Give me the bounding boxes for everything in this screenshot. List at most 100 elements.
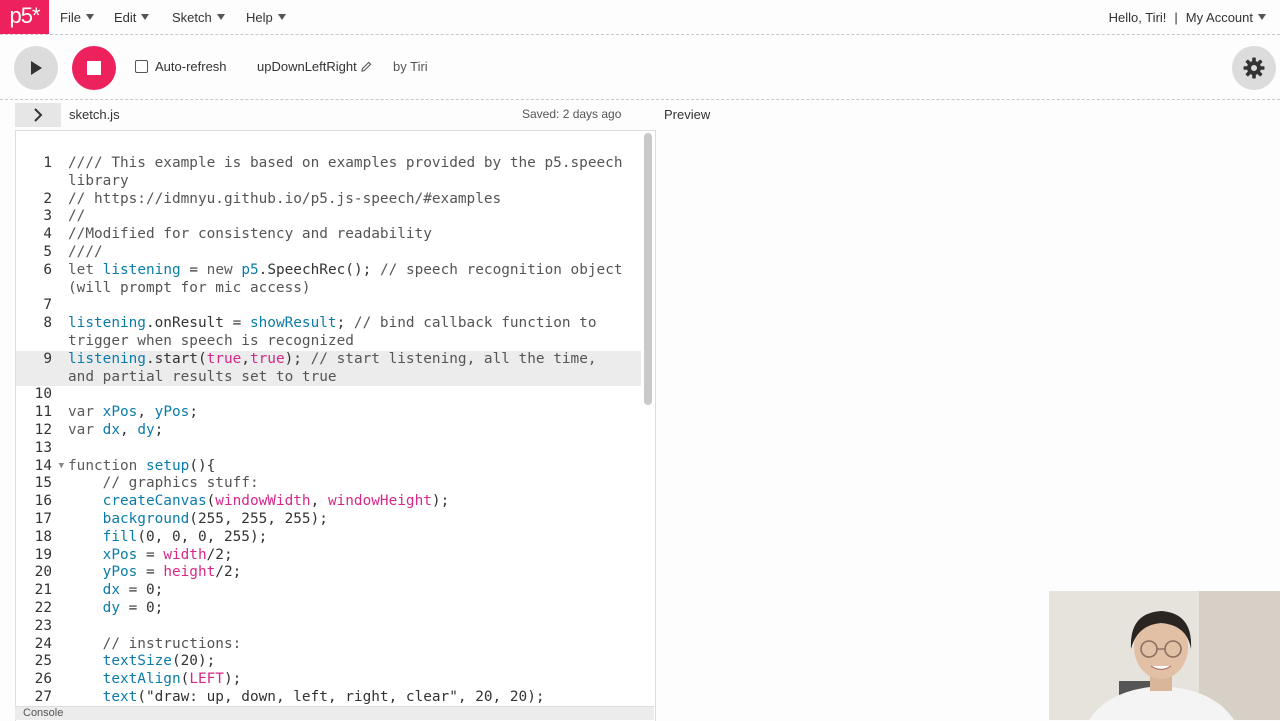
code-line[interactable]: 22 dy = 0; <box>16 600 641 618</box>
stop-icon <box>87 61 101 75</box>
my-account-menu[interactable]: My Account <box>1186 10 1266 25</box>
code-text: listening.start(true,true); // start lis… <box>68 350 606 385</box>
code-line[interactable]: 9 listening.start(true,true); // start li… <box>16 350 641 387</box>
line-number: 19 <box>34 546 52 563</box>
line-number: 22 <box>34 599 52 616</box>
line-number: 16 <box>34 493 52 510</box>
code-line[interactable]: 17 background(255, 255, 255); <box>16 511 641 529</box>
chevron-down-icon <box>85 14 94 20</box>
toolbar: Auto-refresh upDownLeftRight by Tiri <box>0 35 1280 100</box>
line-number: 21 <box>34 582 52 599</box>
stop-button[interactable] <box>72 46 116 90</box>
code-line[interactable]: 10 ​ <box>16 386 641 404</box>
line-number: 17 <box>34 510 52 527</box>
sketch-name[interactable]: upDownLeftRight <box>257 59 372 74</box>
code-line[interactable]: 12 var dx, dy; <box>16 422 641 440</box>
code-text: //Modified for consistency and readabili… <box>68 226 432 243</box>
line-number: 6 <box>43 261 52 278</box>
line-number: 12 <box>34 421 52 438</box>
presenter-image <box>1049 591 1280 720</box>
line-number: 5 <box>43 243 52 260</box>
fold-arrow-icon[interactable]: ▼ <box>59 458 64 476</box>
preview-label: Preview <box>664 107 711 122</box>
p5-logo[interactable]: p5* <box>0 0 49 34</box>
auto-refresh-checkbox[interactable] <box>135 60 148 73</box>
play-button[interactable] <box>14 46 58 90</box>
code-line[interactable]: 19 xPos = width/2; <box>16 547 641 565</box>
menu-file-label: File <box>60 9 81 25</box>
pencil-icon[interactable] <box>360 61 372 72</box>
auto-refresh-toggle[interactable]: Auto-refresh <box>135 59 227 74</box>
code-line[interactable]: 1 //// This example is based on examples … <box>16 155 641 191</box>
code-text: xPos = width/2; <box>102 546 233 563</box>
editor-scrollbar[interactable] <box>644 133 652 405</box>
menu-sketch-label: Sketch <box>172 9 212 25</box>
code-text: ​ <box>68 297 628 315</box>
sidebar-toggle-button[interactable] <box>15 103 61 127</box>
code-lines[interactable]: 1 //// This example is based on examples … <box>16 155 641 707</box>
webcam-overlay <box>1049 591 1280 720</box>
line-number: 14 ▼ <box>34 457 64 474</box>
code-text: createCanvas(windowWidth, windowHeight); <box>102 493 450 510</box>
line-number: 25 <box>34 653 52 670</box>
code-text: fill(0, 0, 0, 255); <box>102 528 268 545</box>
line-number: 1 <box>43 155 52 171</box>
menu-sketch[interactable]: Sketch <box>172 0 225 34</box>
line-number: 8 <box>43 315 52 332</box>
code-text: ​ <box>68 440 628 458</box>
line-number: 18 <box>34 528 52 545</box>
menu-edit[interactable]: Edit <box>114 0 150 34</box>
line-number: 20 <box>34 564 52 581</box>
code-text: textAlign(LEFT); <box>102 671 242 688</box>
code-text: dx = 0; <box>102 582 164 599</box>
code-line[interactable]: 3 // <box>16 208 641 226</box>
code-line[interactable]: 8 listening.onResult = showResult; // bin… <box>16 315 641 351</box>
code-line[interactable]: 7​ <box>16 297 641 315</box>
settings-button[interactable] <box>1232 46 1276 90</box>
line-number: 3 <box>43 208 52 225</box>
file-tab-sketch-js[interactable]: sketch.js <box>69 107 120 122</box>
code-line[interactable]: 4 //Modified for consistency and readabil… <box>16 226 641 244</box>
code-text: //// <box>68 243 103 260</box>
menu-help-label: Help <box>246 9 273 25</box>
code-line[interactable]: 18 fill(0, 0, 0, 255); <box>16 529 641 547</box>
code-text: // <box>68 208 86 225</box>
code-text: var xPos, yPos; <box>68 404 198 421</box>
chevron-down-icon <box>216 14 225 20</box>
code-line[interactable]: 21 dx = 0; <box>16 582 641 600</box>
code-line[interactable]: 11 var xPos, yPos; <box>16 404 641 422</box>
code-text: ​ <box>68 618 628 636</box>
line-number: 23 <box>34 617 52 634</box>
code-line[interactable]: 25 textSize(20); <box>16 653 641 671</box>
code-text: dy = 0; <box>102 599 164 616</box>
nav-separator: | <box>1174 9 1178 25</box>
line-number: 13 <box>34 439 52 456</box>
line-number: 2 <box>43 190 52 207</box>
code-text: var dx, dy; <box>68 421 164 438</box>
chevron-down-icon <box>277 14 286 20</box>
code-line[interactable]: 16 createCanvas(windowWidth, windowHeigh… <box>16 493 641 511</box>
code-line[interactable]: 27 text("draw: up, down, left, right, cl… <box>16 689 641 707</box>
code-line[interactable]: 26 textAlign(LEFT); <box>16 671 641 689</box>
code-line[interactable]: 13 ​ <box>16 440 641 458</box>
code-line[interactable]: 6 let listening = new p5.SpeechRec(); // … <box>16 262 641 298</box>
code-editor[interactable]: 1 //// This example is based on examples … <box>15 130 656 721</box>
code-line[interactable]: 15 // graphics stuff: <box>16 475 641 493</box>
console-label: Console <box>23 707 64 719</box>
code-line[interactable]: 2 // https://idmnyu.github.io/p5.js-speec… <box>16 191 641 209</box>
saved-status: Saved: 2 days ago <box>522 107 622 121</box>
code-line[interactable]: 5 //// <box>16 244 641 262</box>
play-icon <box>31 61 42 75</box>
code-line[interactable]: 23 ​ <box>16 618 641 636</box>
menu-file[interactable]: File <box>60 0 94 34</box>
line-number: 11 <box>34 404 52 421</box>
code-line[interactable]: 20 yPos = height/2; <box>16 564 641 582</box>
account-nav: Hello, Tiri! | My Account <box>1109 0 1266 34</box>
code-text: let listening = new p5.SpeechRec(); // s… <box>68 261 632 296</box>
console-bar[interactable]: Console <box>15 706 654 720</box>
code-line[interactable]: 14 ▼ function setup(){ <box>16 458 641 476</box>
menu-help[interactable]: Help <box>246 0 286 34</box>
code-text: textSize(20); <box>102 653 216 670</box>
code-text: // instructions: <box>102 635 242 652</box>
code-line[interactable]: 24 // instructions: <box>16 636 641 654</box>
